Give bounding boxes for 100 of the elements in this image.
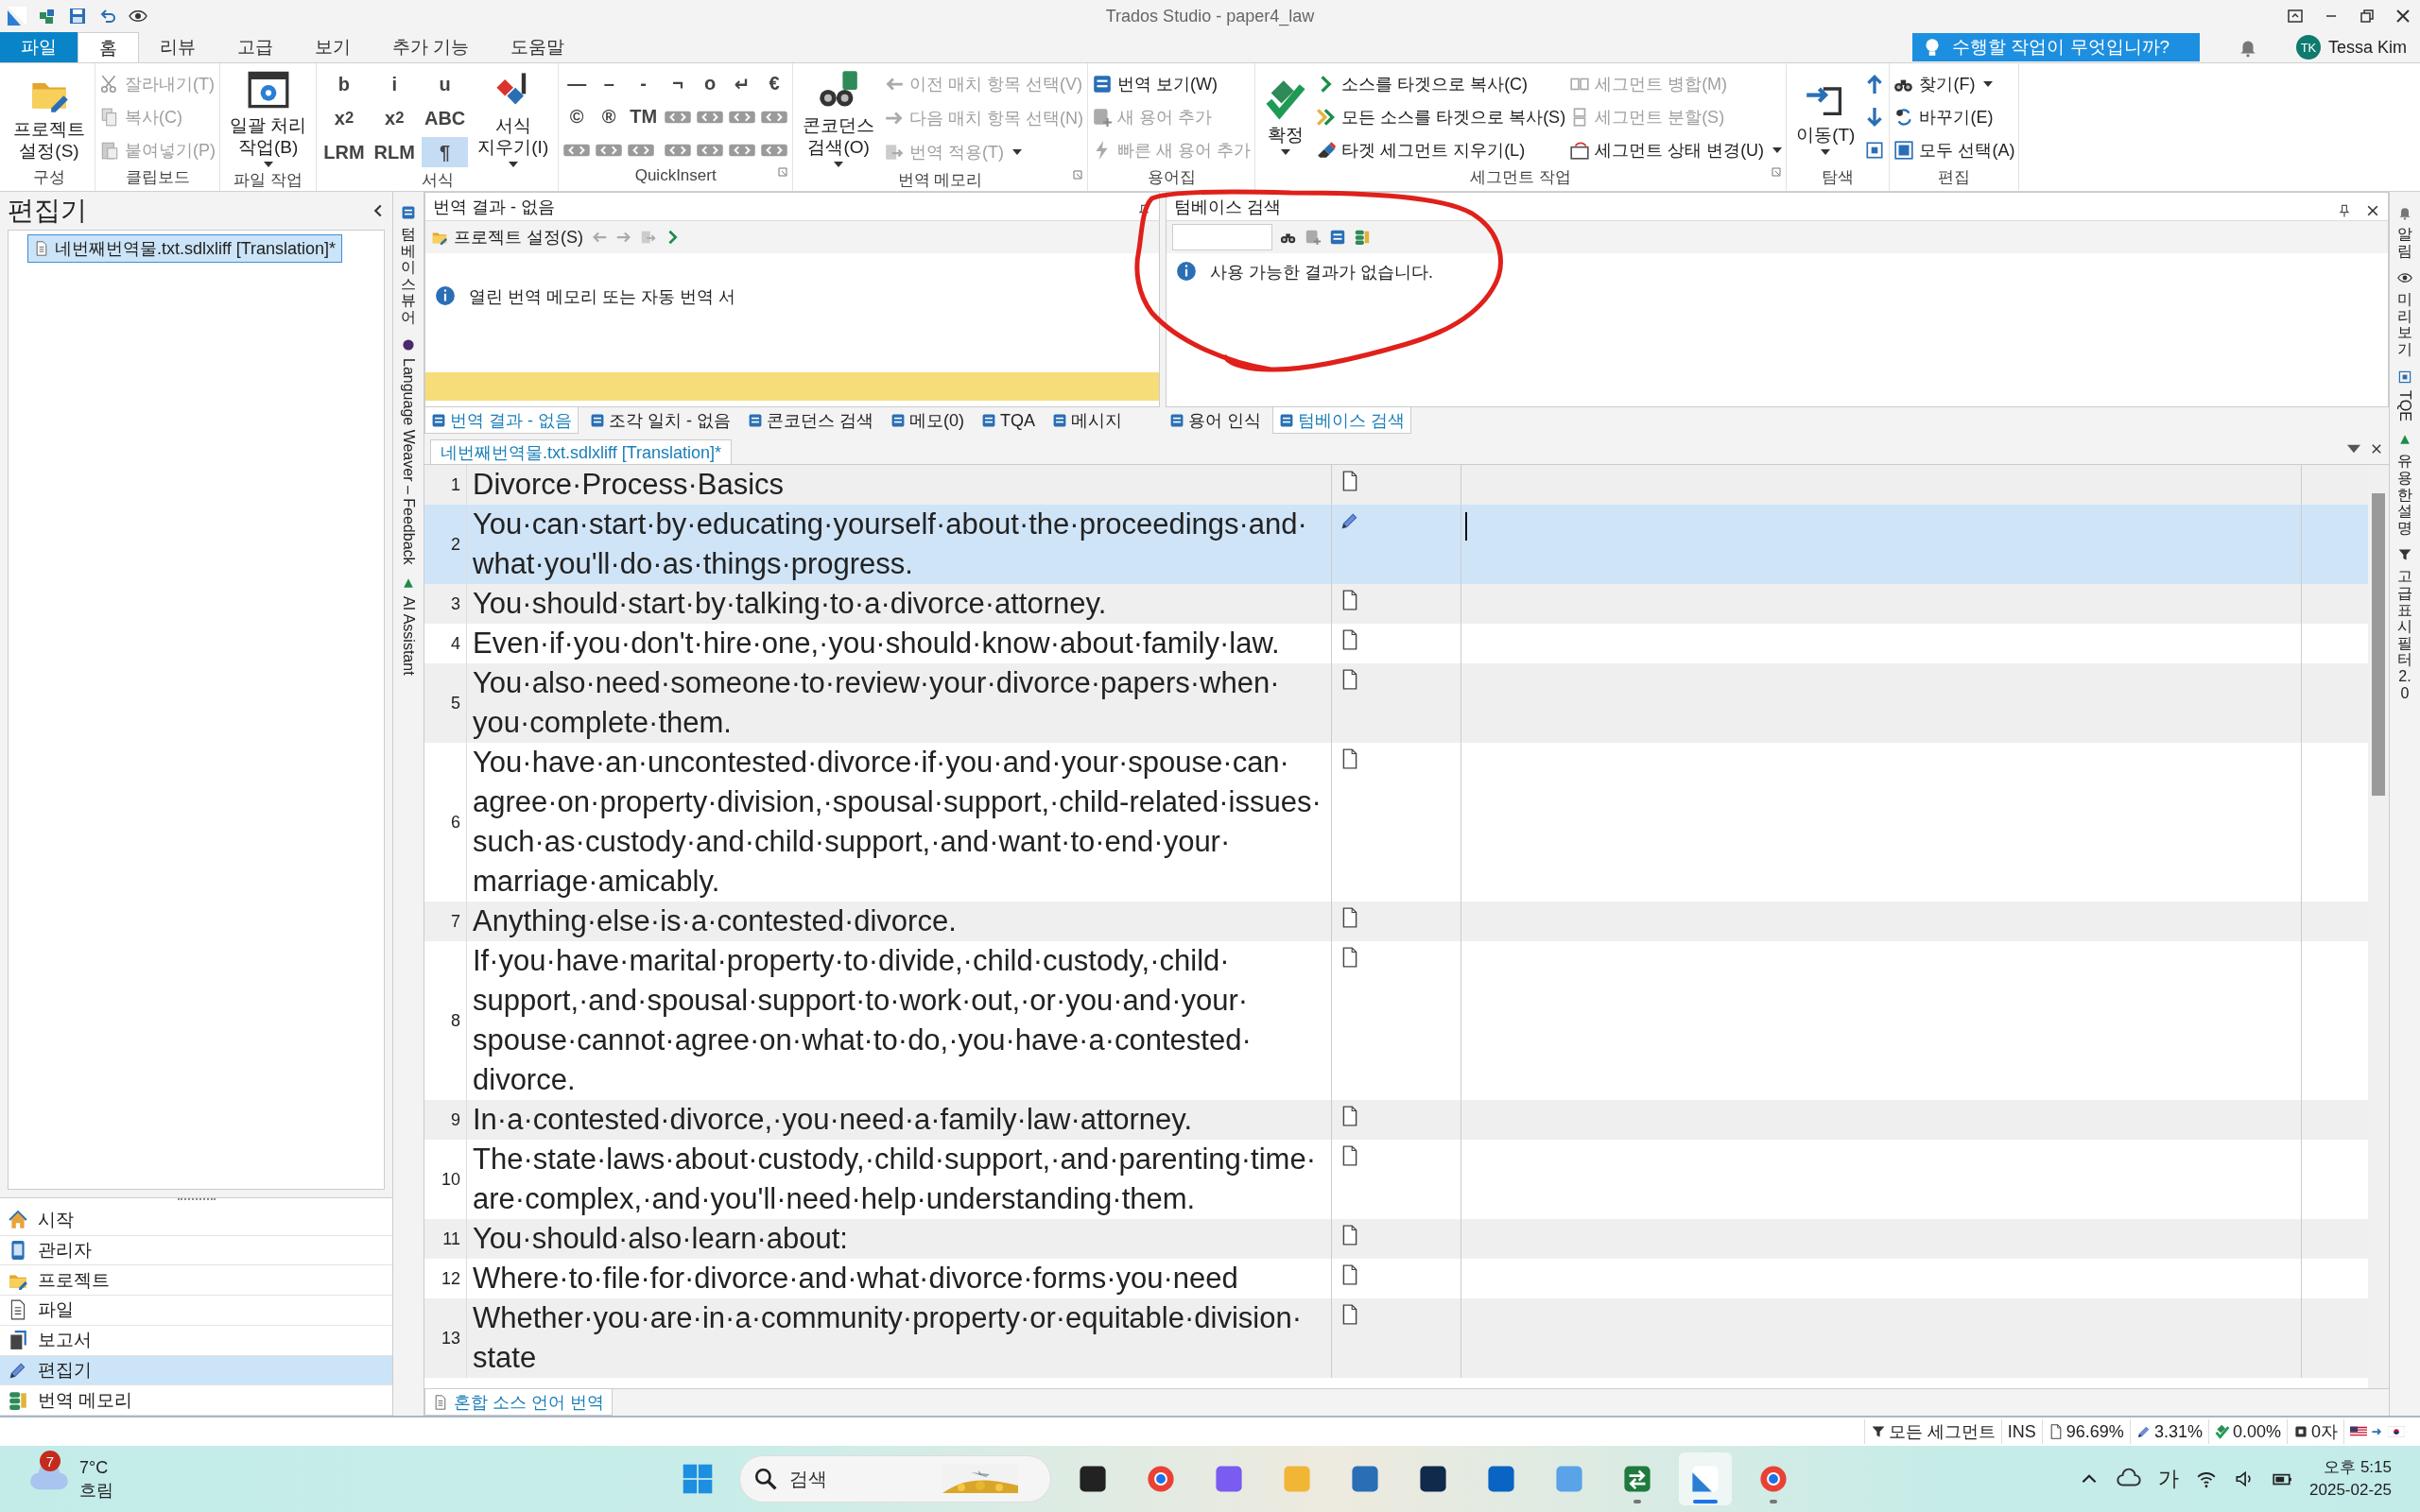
side-tab[interactable]: 미리 보기 (2397, 291, 2412, 358)
segment-row[interactable]: 1 Divorce·Process·Basics (424, 465, 2368, 505)
ribbon-tab[interactable]: 홈 (78, 32, 139, 62)
format-button[interactable]: ¶ (421, 137, 469, 167)
restore-icon[interactable] (2358, 7, 2377, 26)
scroll-thumb[interactable] (2372, 493, 2385, 796)
ribbon-button[interactable]: 바꾸기(E) (1893, 101, 2015, 132)
dialog-launcher-icon[interactable] (1072, 169, 1084, 180)
clock-time[interactable]: 오후 5:15 (2324, 1456, 2392, 1479)
format-button[interactable]: u (421, 69, 469, 99)
view-item[interactable]: 번역 메모리 (0, 1385, 392, 1416)
book-icon[interactable] (1329, 229, 1346, 246)
pane-tab[interactable]: 텀베이스 검색 (1272, 407, 1412, 434)
segment-row[interactable]: 3 You·should·start·by·talking·to·a·divorce·attorney. (424, 584, 2368, 624)
pane-tab[interactable]: 조각 일치 - 없음 (584, 407, 736, 434)
document-tab[interactable]: 네번째번역물.txt.sdlxliff [Translation]* (430, 439, 733, 464)
puzzle-icon[interactable] (38, 7, 57, 26)
help-search-bar[interactable]: 수행할 작업이 무엇입니까? (1911, 33, 2200, 61)
format-button[interactable]: ABC (421, 103, 469, 133)
termbase-search-field[interactable] (1172, 224, 1272, 250)
ribbon-button[interactable]: 번역 보기(W) (1092, 68, 1252, 99)
pane-tab[interactable]: 메시지 (1046, 407, 1129, 434)
format-button[interactable]: LRM (320, 137, 368, 167)
side-tab[interactable]: 알림 (2397, 226, 2412, 260)
dropdown-icon[interactable] (2347, 442, 2360, 455)
ribbon-tab[interactable]: 추가 기능 (372, 32, 491, 62)
side-tab[interactable]: TQE (2396, 389, 2413, 421)
ribbon-tab[interactable]: 도움말 (490, 32, 586, 62)
ribbon-button[interactable]: 세그먼트 상태 변경(U) (1569, 134, 1783, 165)
project-settings-button[interactable]: 프로젝트 설정(S) (431, 226, 583, 249)
segment-row[interactable]: 5 You·also·need·someone·to·review·your·divorce·papers·when·you·complete·them. (424, 663, 2368, 743)
format-button[interactable]: b (320, 69, 368, 99)
format-button[interactable]: i (371, 69, 418, 99)
view-item[interactable]: 시작 (0, 1205, 392, 1236)
symbol-button[interactable]: – (595, 68, 624, 99)
database-icon[interactable] (1354, 229, 1371, 246)
tree-item[interactable]: 네번째번역물.txt.sdlxliff [Translation]* (27, 234, 343, 263)
symbol-button[interactable]: ↵ (728, 68, 757, 99)
ribbon-button[interactable]: 이동(T) (1790, 77, 1861, 157)
segment-row[interactable]: 11 You·should·also·learn·about: (424, 1219, 2368, 1259)
pane-tab[interactable]: 번역 결과 - 없음 (424, 407, 579, 434)
ribbon-tab[interactable]: 리뷰 (139, 32, 216, 62)
dialog-launcher-icon[interactable] (777, 166, 789, 178)
ribbon-button[interactable]: 서식 지우기(I) (472, 67, 555, 169)
side-tab[interactable]: 고급 표시 필터 2.0 (2397, 568, 2412, 702)
format-button[interactable]: RLM (371, 137, 418, 167)
ribbon-button[interactable]: 일괄 처리 작업(B) (224, 67, 313, 169)
segment-row[interactable]: 9 In·a·contested·divorce,·you·need·a·family·law·attorney. (424, 1100, 2368, 1140)
user-avatar[interactable]: TK (2295, 35, 2321, 60)
view-item[interactable]: 편집기 (0, 1355, 392, 1386)
symbol-button[interactable]: © (562, 101, 592, 132)
symbol-button[interactable]: € (760, 68, 789, 99)
view-item[interactable]: 보고서 (0, 1325, 392, 1356)
view-item[interactable]: 파일 (0, 1296, 392, 1326)
pane-tab[interactable]: 용어 인식 (1164, 407, 1267, 434)
side-tab[interactable]: 유용한 설명 (2397, 453, 2412, 537)
clock-date[interactable]: 2025-02-25 (2309, 1479, 2392, 1502)
bottom-tab[interactable]: 혼합 소스 언어 번역 (424, 1389, 613, 1416)
book-icon[interactable] (1305, 229, 1322, 246)
symbol-button[interactable]: ¬ (664, 68, 693, 99)
pane-tab[interactable]: 메모(0) (885, 407, 970, 434)
ribbon-tab[interactable]: 파일 (0, 32, 78, 62)
symbol-button[interactable]: ® (595, 101, 624, 132)
pane-tab[interactable]: 콘코던스 검색 (742, 407, 879, 434)
undo-icon[interactable] (98, 7, 117, 26)
help-search-field[interactable]: 수행할 작업이 무엇입니까? (1949, 36, 2190, 59)
ribbon-button[interactable]: 찾기(F) (1893, 68, 2015, 99)
save-icon[interactable] (68, 7, 87, 26)
symbol-button[interactable]: o (696, 68, 725, 99)
search-field[interactable]: 검색 (787, 1467, 933, 1491)
symbol-button[interactable]: TM (627, 101, 661, 132)
search-bar[interactable]: 검색 (739, 1455, 1051, 1503)
ribbon-button[interactable]: 소스를 타겟으로 복사(C) (1316, 68, 1566, 99)
symbol-button[interactable]: — (562, 68, 592, 99)
input-method[interactable]: 가 (2158, 1465, 2180, 1493)
ribbon-tab[interactable]: 보기 (294, 32, 372, 62)
ribbon-tab[interactable]: 고급 (216, 32, 294, 62)
pane-tab[interactable]: TQA (976, 407, 1042, 434)
pin-icon[interactable] (2337, 203, 2352, 218)
segment-row[interactable]: 13 Whether·you·are·in·a·community·property·or·equitable·division·state (424, 1298, 2368, 1378)
ribbon-button[interactable]: 모두 선택(A) (1893, 134, 2015, 165)
ribbon-button[interactable]: 콘코던스 검색(O) (797, 67, 881, 169)
ribbon-display-icon[interactable] (2286, 7, 2305, 26)
side-tab[interactable]: Language Weaver – Feedback (400, 357, 417, 565)
symbol-button[interactable]: ‑ (627, 68, 661, 99)
segment-row[interactable]: 2 You·can·start·by·educating·yourself·about·the·proceedings·and·what·you'll·do·as·things·progress. (424, 505, 2368, 584)
ribbon-button[interactable]: 타겟 세그먼트 지우기(L) (1316, 134, 1566, 165)
ribbon-button[interactable]: 모든 소스를 타겟으로 복사(S) (1316, 101, 1566, 132)
ribbon-button[interactable]: 프로젝트 설정(S) (8, 70, 91, 163)
close-icon[interactable] (2365, 203, 2380, 218)
view-item[interactable]: 관리자 (0, 1235, 392, 1266)
side-tab[interactable]: AI Assistant (400, 596, 417, 676)
segment-row[interactable]: 7 Anything·else·is·a·contested·divorce. (424, 902, 2368, 941)
ribbon-button[interactable]: 확정 (1259, 77, 1313, 157)
filter-status[interactable]: 모든 세그먼트 (1863, 1419, 2001, 1444)
close-icon[interactable] (2370, 442, 2383, 455)
view-item[interactable]: 프로젝트 (0, 1265, 392, 1297)
side-tab[interactable]: 텀베이스 뷰어 (401, 226, 416, 326)
scroll-bar[interactable] (2368, 465, 2389, 1388)
dialog-launcher-icon[interactable] (1771, 166, 1783, 178)
